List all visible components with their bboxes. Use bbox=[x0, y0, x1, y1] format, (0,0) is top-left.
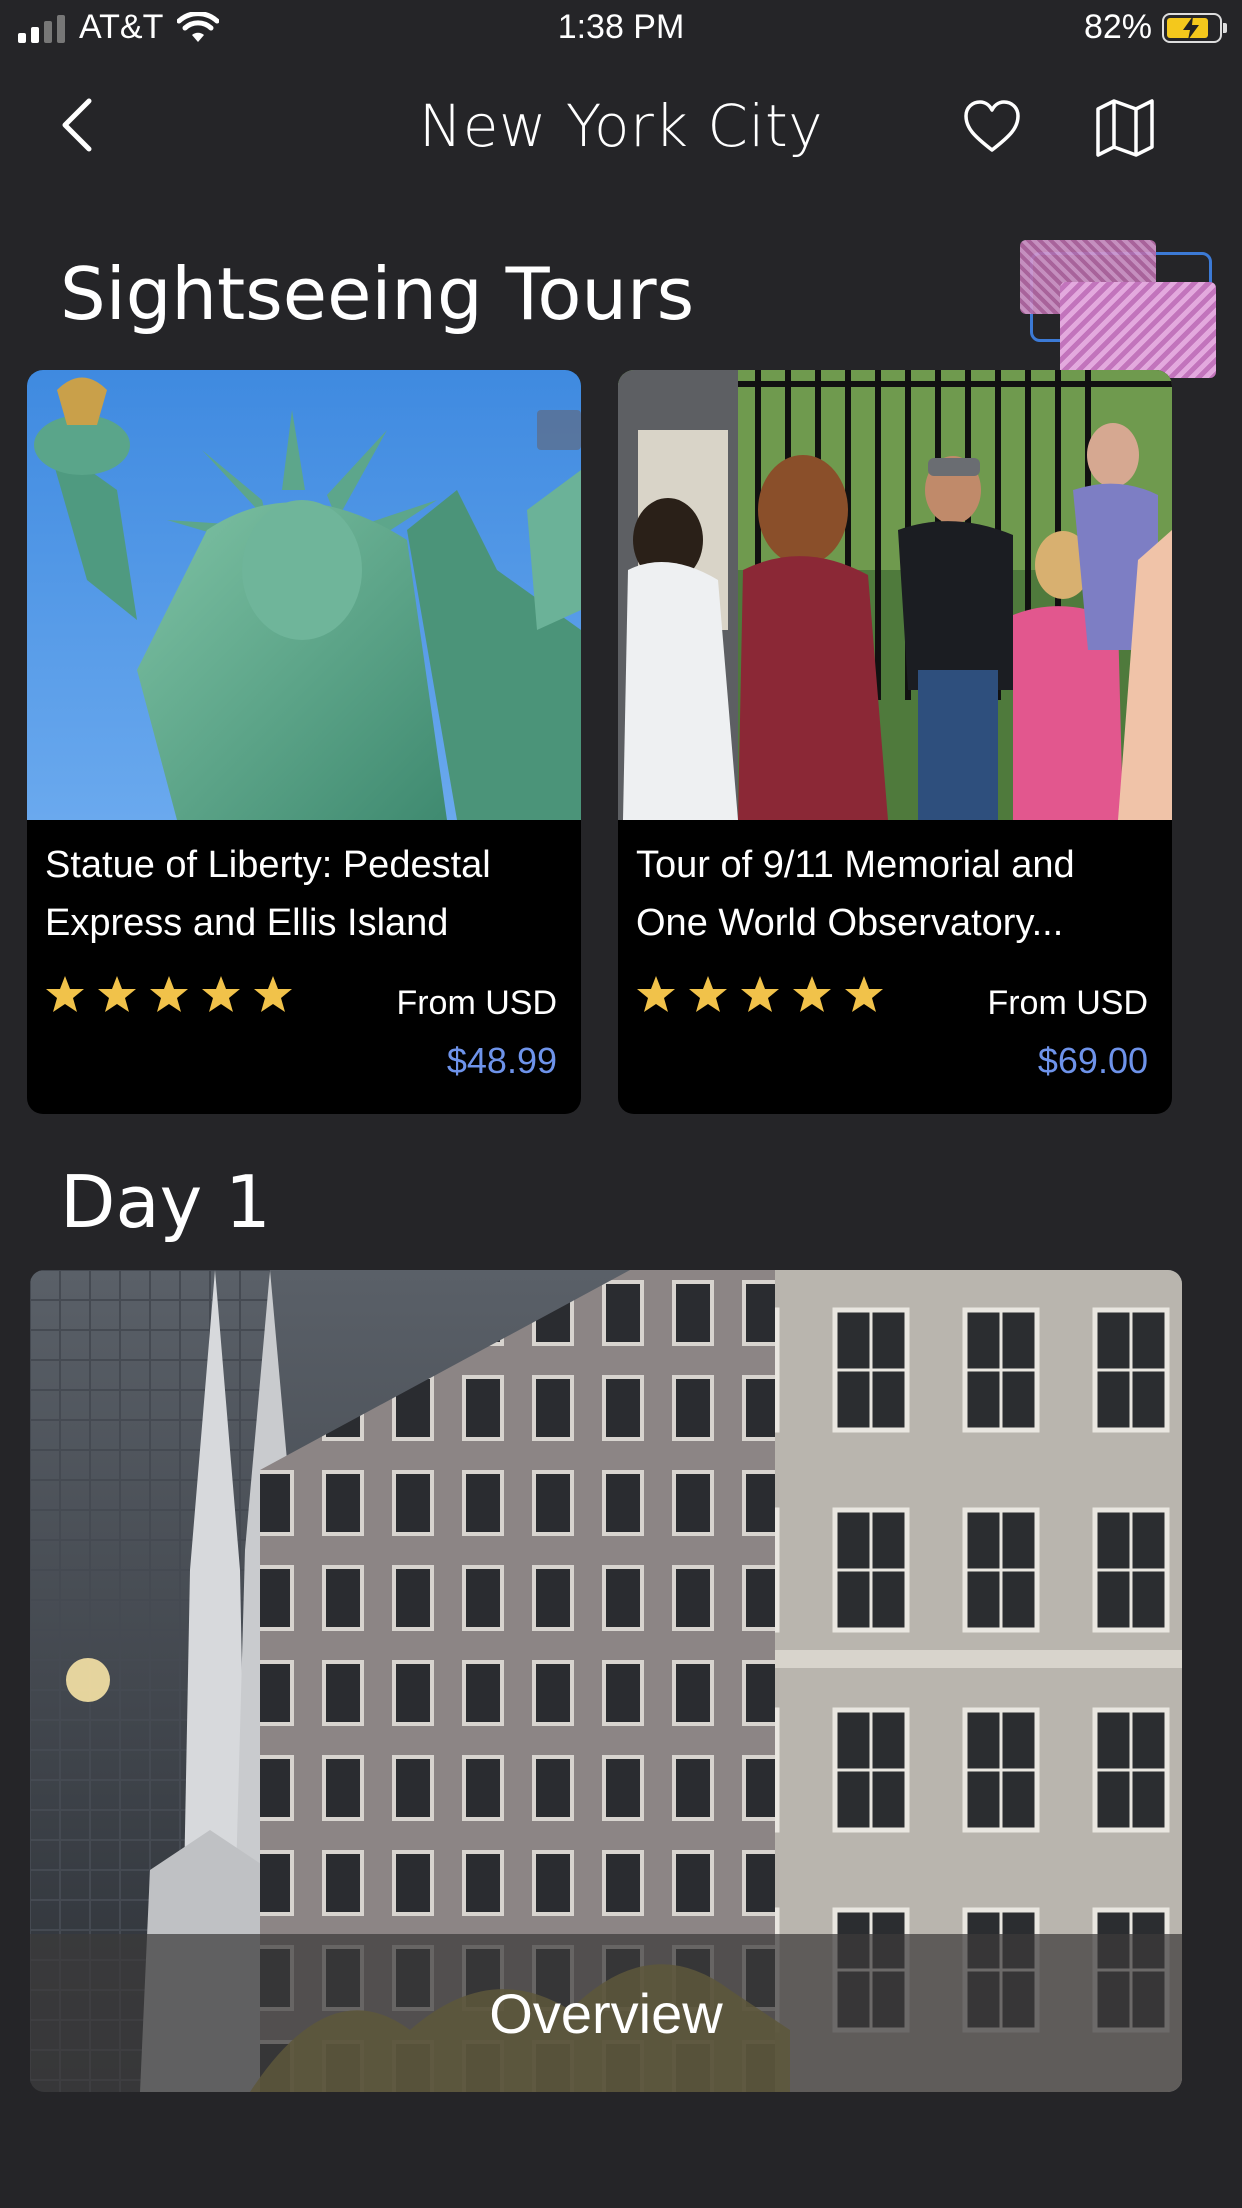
tour-photo-statue-of-liberty bbox=[27, 370, 581, 820]
star-icon bbox=[689, 976, 727, 1012]
corner-overlay-icon bbox=[1018, 240, 1218, 380]
tour-name: Statue of Liberty: Pedestal Express and … bbox=[45, 844, 491, 944]
battery-icon bbox=[1162, 12, 1227, 43]
overview-button[interactable]: Overview bbox=[30, 1934, 1182, 2092]
status-bar: AT&T 1:38 PM 82% bbox=[0, 0, 1242, 60]
charging-bolt-icon bbox=[1183, 15, 1199, 40]
tour-name: Tour of 9/11 Memorial and One World Obse… bbox=[636, 844, 1075, 944]
star-rating bbox=[636, 974, 884, 1014]
star-icon bbox=[637, 976, 675, 1012]
star-icon bbox=[202, 976, 240, 1012]
tour-photo-911-memorial bbox=[618, 370, 1172, 820]
price-from-label: From USD bbox=[987, 984, 1148, 1022]
star-rating bbox=[45, 974, 293, 1014]
map-icon[interactable] bbox=[1092, 95, 1158, 161]
star-icon bbox=[150, 976, 188, 1012]
tour-card[interactable]: Tour of 9/11 Memorial and One World Obse… bbox=[618, 370, 1172, 1114]
status-time: 1:38 PM bbox=[557, 8, 685, 46]
tour-price: $69.00 bbox=[1037, 1040, 1148, 1081]
heart-icon[interactable] bbox=[962, 98, 1022, 158]
star-icon bbox=[741, 976, 779, 1012]
day-overview-card[interactable]: Overview bbox=[30, 1270, 1182, 2092]
tour-card[interactable]: Statue of Liberty: Pedestal Express and … bbox=[27, 370, 581, 1114]
overview-label: Overview bbox=[489, 1981, 723, 2045]
section-title-sightseeing: Sightseeing Tours bbox=[60, 252, 695, 336]
section-title-day: Day 1 bbox=[60, 1160, 271, 1244]
star-icon bbox=[46, 976, 84, 1012]
price-from-label: From USD bbox=[396, 984, 557, 1022]
star-icon bbox=[845, 976, 883, 1012]
page-title: New York City bbox=[418, 92, 824, 160]
star-icon bbox=[254, 976, 292, 1012]
navigation-bar: New York City bbox=[0, 80, 1242, 170]
star-icon bbox=[98, 976, 136, 1012]
tour-price: $48.99 bbox=[446, 1040, 557, 1081]
star-icon bbox=[793, 976, 831, 1012]
battery-percent: 82% bbox=[1083, 8, 1152, 46]
